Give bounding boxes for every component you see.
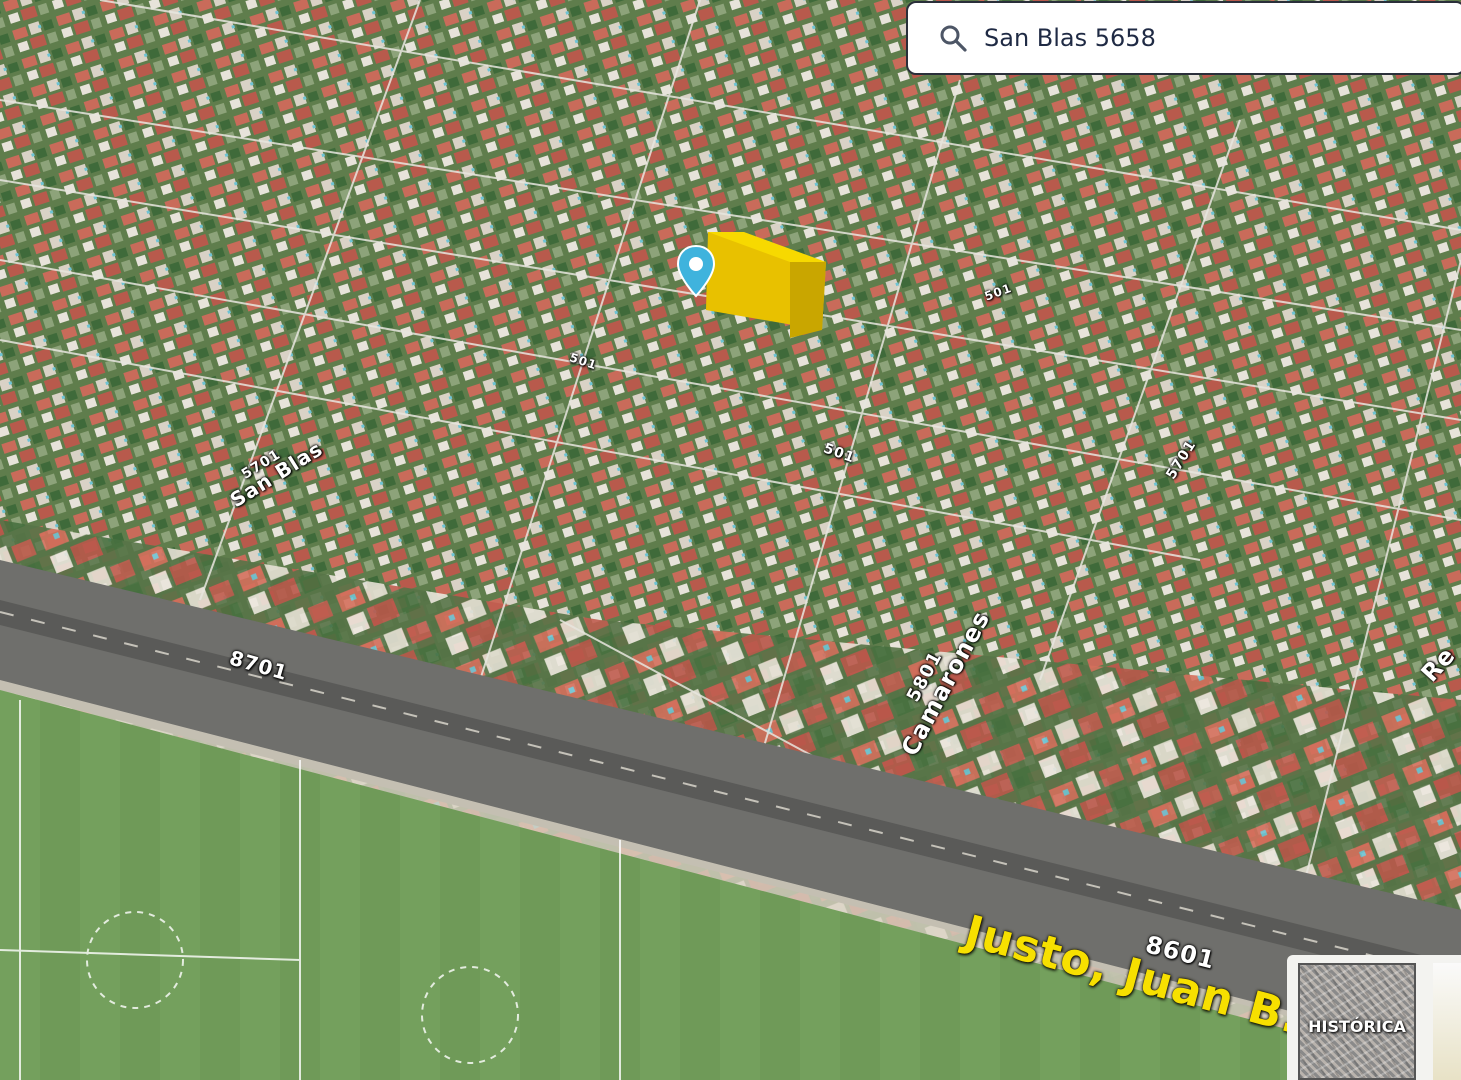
historical-imagery-widget[interactable]: HISTÓRICA: [1287, 955, 1461, 1080]
search-icon: [938, 23, 968, 53]
search-box[interactable]: [906, 1, 1461, 75]
layer-thumbnail-partial[interactable]: [1433, 963, 1461, 1080]
search-input[interactable]: [984, 24, 1424, 52]
historical-imagery-thumbnail[interactable]: HISTÓRICA: [1298, 963, 1416, 1080]
historical-imagery-label: HISTÓRICA: [1308, 1017, 1406, 1036]
location-pin-icon[interactable]: [676, 244, 716, 298]
map-canvas: [0, 0, 1461, 1080]
satellite-map-3d[interactable]: Justo, Juan B. 8601 8701 Camarones 5801 …: [0, 0, 1461, 1080]
